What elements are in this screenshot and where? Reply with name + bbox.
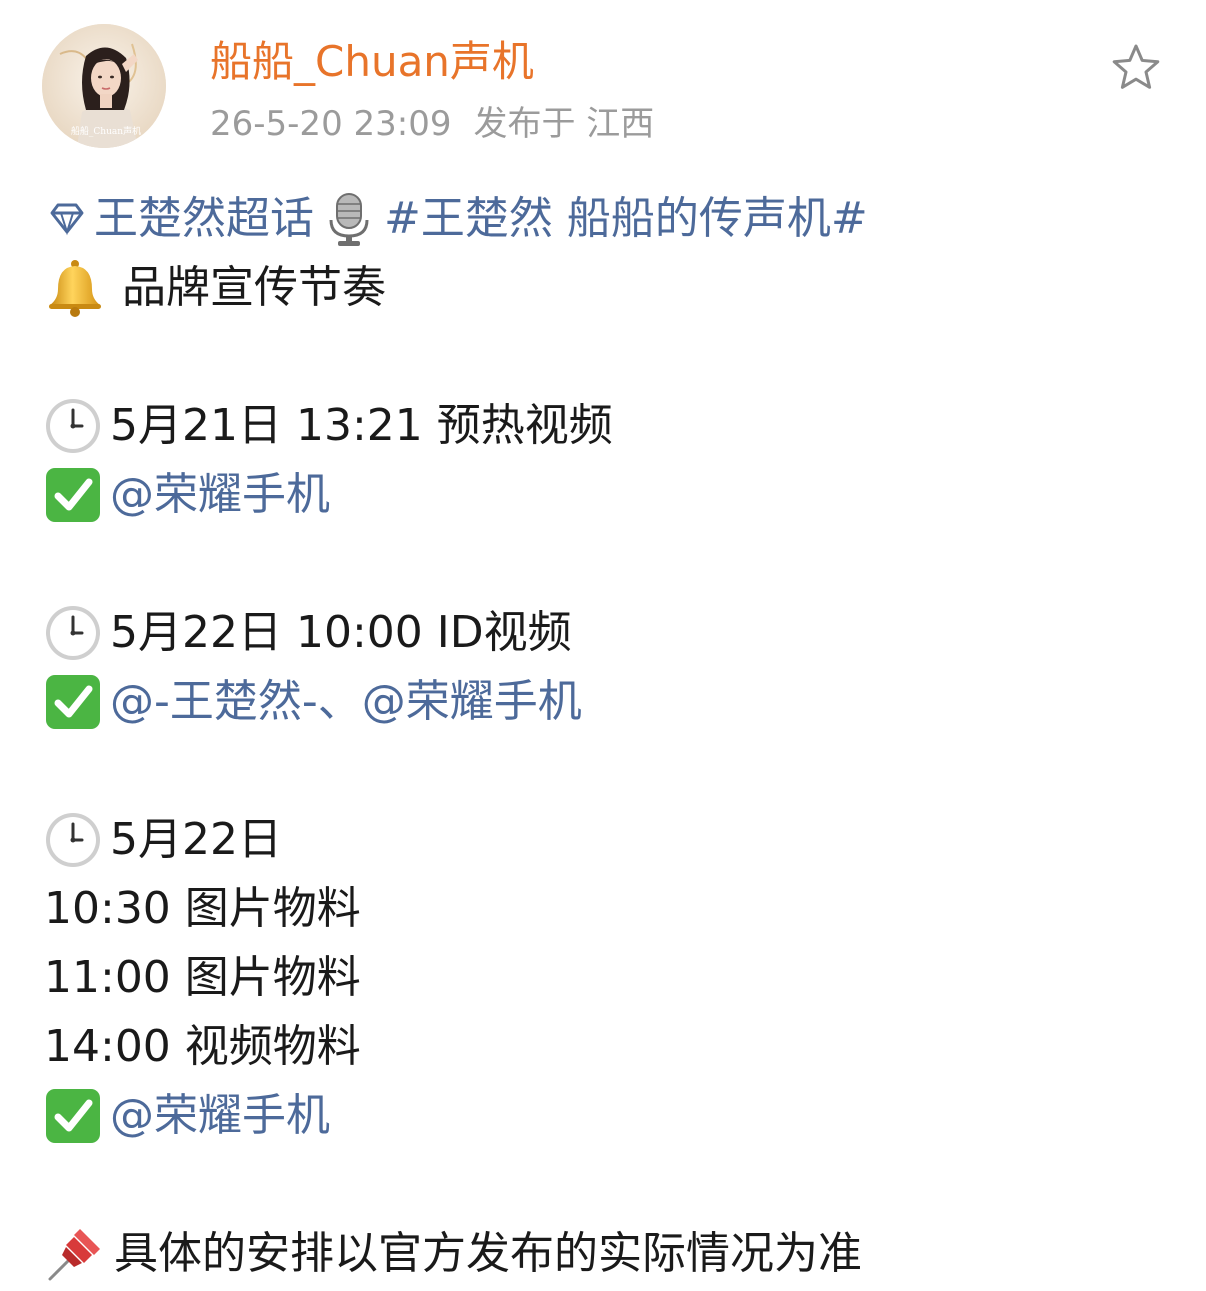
post-location: 发布于 江西 bbox=[473, 104, 655, 144]
checkmark-icon bbox=[44, 1087, 102, 1145]
schedule-line-2: 5月22日 10:00 ID视频 bbox=[44, 598, 1174, 667]
schedule-line-3: 5月22日 bbox=[44, 805, 1174, 874]
post-time: 26-5-20 23:09 bbox=[210, 104, 452, 144]
topic-line: 王楚然超话 #王楚然 船船的传声机# bbox=[44, 184, 1174, 253]
mention-link[interactable]: @荣耀手机 bbox=[110, 1081, 330, 1150]
schedule-item: 11:00 图片物料 bbox=[44, 943, 1174, 1012]
avatar-image: 船船_Chuan声机 bbox=[42, 24, 166, 148]
schedule-item-text: 11:00 图片物料 bbox=[44, 952, 361, 1003]
diamond-icon bbox=[44, 196, 90, 242]
supertopic-link[interactable]: 王楚然超话 bbox=[94, 184, 314, 253]
clock-icon bbox=[44, 604, 102, 662]
mention-link[interactable]: @荣耀手机 bbox=[362, 667, 582, 736]
post-title: 品牌宣传节奏 bbox=[122, 262, 386, 313]
weibo-post-card: 船船_Chuan声机 船船_Chuan声机 26-5-20 23:09 发布于 江… bbox=[0, 0, 1206, 1291]
account-line-3: @荣耀手机 bbox=[44, 1081, 1174, 1150]
checkmark-icon bbox=[44, 466, 102, 524]
disclaimer-text: 具体的安排以官方发布的实际情况为准 bbox=[114, 1228, 862, 1279]
account-line-1: @荣耀手机 bbox=[44, 460, 1174, 529]
schedule-item-text: 14:00 视频物料 bbox=[44, 1021, 361, 1072]
star-icon bbox=[1112, 44, 1160, 89]
hashtag-link[interactable]: #王楚然 船船的传声机# bbox=[384, 184, 868, 253]
schedule-line-1: 5月21日 13:21 预热视频 bbox=[44, 391, 1174, 460]
schedule-time-3: 5月22日 bbox=[110, 814, 282, 865]
username[interactable]: 船船_Chuan声机 bbox=[210, 36, 534, 88]
clock-icon bbox=[44, 397, 102, 455]
clock-icon bbox=[44, 811, 102, 869]
post-content: 王楚然超话 #王楚然 船船的传声机# 品牌宣传节奏 5月21日 13:21 预热… bbox=[44, 184, 1174, 1288]
mention-link[interactable]: @-王楚然- bbox=[110, 667, 318, 736]
avatar[interactable]: 船船_Chuan声机 bbox=[42, 24, 166, 148]
mention-link[interactable]: @荣耀手机 bbox=[110, 460, 330, 529]
microphone-icon bbox=[324, 190, 374, 248]
bell-icon bbox=[44, 257, 106, 319]
avatar-caption: 船船_Chuan声机 bbox=[71, 125, 141, 137]
schedule-time-2: 5月22日 10:00 ID视频 bbox=[110, 607, 572, 658]
schedule-time-1: 5月21日 13:21 预热视频 bbox=[110, 400, 613, 451]
schedule-item: 10:30 图片物料 bbox=[44, 874, 1174, 943]
checkmark-icon bbox=[44, 673, 102, 731]
title-line: 品牌宣传节奏 bbox=[44, 253, 1174, 322]
account-line-2: @-王楚然- 、 @荣耀手机 bbox=[44, 667, 1174, 736]
post-meta: 26-5-20 23:09 发布于 江西 bbox=[210, 102, 654, 146]
favorite-button[interactable] bbox=[1108, 40, 1164, 96]
schedule-item: 14:00 视频物料 bbox=[44, 1012, 1174, 1081]
mention-separator: 、 bbox=[317, 676, 362, 727]
pushpin-icon bbox=[44, 1223, 106, 1285]
schedule-item-text: 10:30 图片物料 bbox=[44, 883, 361, 934]
note-line: 具体的安排以官方发布的实际情况为准 bbox=[44, 1219, 1174, 1288]
